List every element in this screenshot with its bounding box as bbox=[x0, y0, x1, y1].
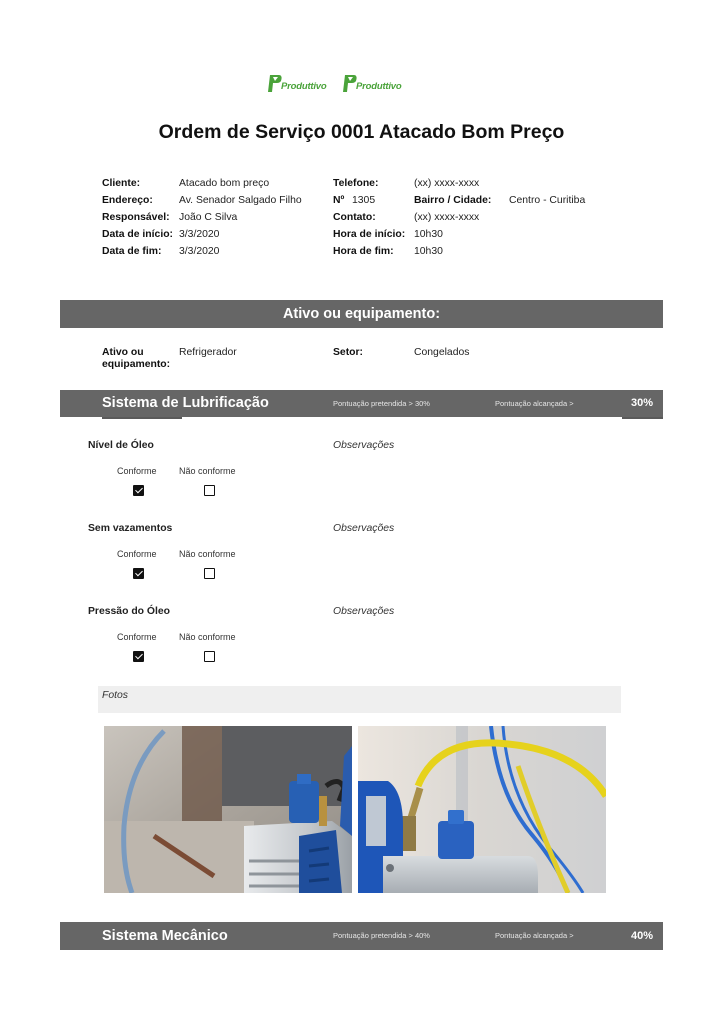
phone-value: (xx) xxxx-xxxx bbox=[414, 178, 480, 189]
check-item-oil-pressure: Pressão do Óleo Observações Conforme Não… bbox=[88, 606, 408, 676]
responsible-value: João C Silva bbox=[179, 212, 238, 223]
document-title: Ordem de Serviço 0001 Atacado Bom Preço bbox=[158, 121, 565, 143]
option-conforme-label: Conforme bbox=[117, 549, 157, 559]
header-underline bbox=[622, 417, 663, 419]
conforme-checkbox[interactable] bbox=[133, 651, 144, 662]
address-value: Av. Senador Salgado Filho bbox=[179, 195, 302, 206]
observations-field[interactable]: Observações bbox=[333, 606, 394, 617]
number-label: Nº bbox=[333, 195, 345, 206]
observations-field[interactable]: Observações bbox=[333, 523, 394, 534]
client-value: Atacado bom preço bbox=[179, 178, 270, 189]
produttivo-logo-2: Produttivo bbox=[341, 73, 402, 93]
achieved-score-value: 40% bbox=[630, 930, 653, 942]
sector-value: Congelados bbox=[414, 347, 470, 358]
header-underline bbox=[102, 417, 182, 419]
logo-text: Produttivo bbox=[281, 81, 327, 92]
start-date-value: 3/3/2020 bbox=[179, 229, 220, 240]
check-item-oil-level: Nível de Óleo Observações Conforme Não c… bbox=[88, 440, 408, 510]
address-label: Endereço: bbox=[102, 195, 153, 206]
contact-label: Contato: bbox=[333, 212, 376, 223]
system-header-mechanical: Sistema Mecânico Pontuação pretendida > … bbox=[60, 922, 663, 950]
photo-vacuum-pump-2[interactable] bbox=[358, 726, 606, 893]
system-title: Sistema Mecânico bbox=[102, 928, 228, 944]
target-score-label: Pontuação pretendida > 40% bbox=[333, 931, 430, 940]
achieved-score-label: Pontuação alcançada > bbox=[495, 399, 574, 408]
sector-label: Setor: bbox=[333, 347, 364, 358]
photos-label: Fotos bbox=[102, 690, 128, 701]
start-time-value: 10h30 bbox=[414, 229, 443, 240]
client-label: Cliente: bbox=[102, 178, 141, 189]
achieved-score-value: 30% bbox=[630, 397, 653, 409]
number-value: 1305 bbox=[352, 195, 376, 206]
option-conforme-label: Conforme bbox=[117, 632, 157, 642]
asset-label: Ativo ou equipamento: bbox=[102, 347, 171, 370]
check-item-name: Nível de Óleo bbox=[88, 440, 154, 451]
produttivo-logo-icon bbox=[341, 73, 358, 93]
district-city-value: Centro - Curitiba bbox=[509, 195, 586, 206]
nao-conforme-checkbox[interactable] bbox=[204, 651, 215, 662]
conforme-checkbox[interactable] bbox=[133, 568, 144, 579]
end-time-label: Hora de fim: bbox=[333, 246, 394, 257]
target-score-label: Pontuação pretendida > 30% bbox=[333, 399, 430, 408]
check-item-name: Sem vazamentos bbox=[88, 523, 173, 534]
option-nao-conforme-label: Não conforme bbox=[179, 549, 236, 559]
client-info-right: Telefone: (xx) xxxx-xxxx Nº 1305 Bairro … bbox=[333, 176, 633, 266]
asset-value: Refrigerador bbox=[179, 347, 237, 358]
responsible-label: Responsável: bbox=[102, 212, 170, 223]
end-date-value: 3/3/2020 bbox=[179, 246, 220, 257]
phone-label: Telefone: bbox=[333, 178, 379, 189]
nao-conforme-checkbox[interactable] bbox=[204, 485, 215, 496]
district-city-label: Bairro / Cidade: bbox=[414, 195, 492, 206]
asset-section-header: Ativo ou equipamento: bbox=[60, 300, 663, 328]
photos-section-label: Fotos bbox=[98, 686, 621, 713]
option-nao-conforme-label: Não conforme bbox=[179, 632, 236, 642]
option-conforme-label: Conforme bbox=[117, 466, 157, 476]
check-item-name: Pressão do Óleo bbox=[88, 606, 170, 617]
system-header-lubrication: Sistema de Lubrificação Pontuação preten… bbox=[60, 390, 663, 419]
logo-text: Produttivo bbox=[356, 81, 402, 92]
start-date-label: Data de início: bbox=[102, 229, 174, 240]
end-time-value: 10h30 bbox=[414, 246, 443, 257]
photo-vacuum-pump-1[interactable] bbox=[104, 726, 352, 893]
achieved-score-label: Pontuação alcançada > bbox=[495, 931, 574, 940]
observations-field[interactable]: Observações bbox=[333, 440, 394, 451]
end-date-label: Data de fim: bbox=[102, 246, 162, 257]
start-time-label: Hora de início: bbox=[333, 229, 406, 240]
nao-conforme-checkbox[interactable] bbox=[204, 568, 215, 579]
check-item-no-leaks: Sem vazamentos Observações Conforme Não … bbox=[88, 523, 408, 593]
contact-value: (xx) xxxx-xxxx bbox=[414, 212, 480, 223]
asset-details: Ativo ou equipamento: Refrigerador Setor… bbox=[102, 347, 582, 375]
client-info-left: Cliente: Atacado bom preço Endereço: Av.… bbox=[102, 176, 322, 266]
option-nao-conforme-label: Não conforme bbox=[179, 466, 236, 476]
produttivo-logo-icon bbox=[266, 73, 283, 93]
system-title: Sistema de Lubrificação bbox=[102, 395, 269, 411]
produttivo-logo-1: Produttivo bbox=[266, 73, 327, 93]
conforme-checkbox[interactable] bbox=[133, 485, 144, 496]
